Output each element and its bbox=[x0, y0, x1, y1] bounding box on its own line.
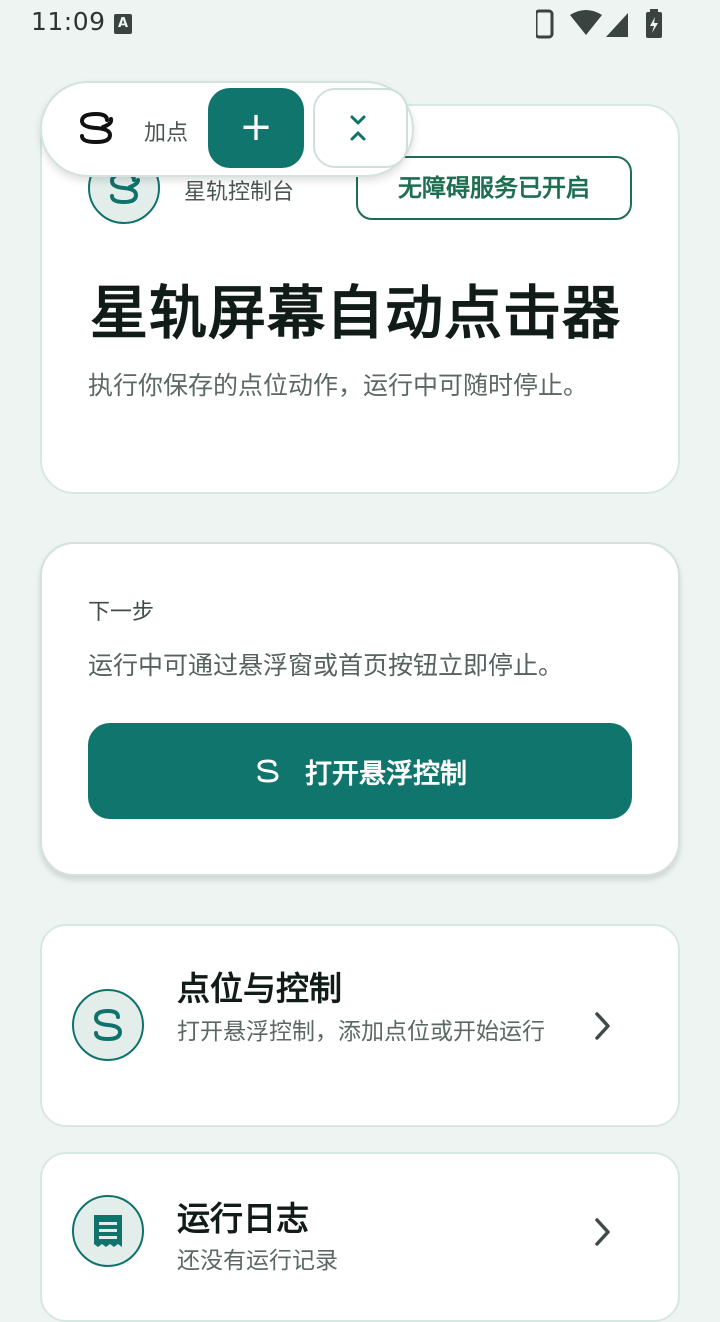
status-icons bbox=[536, 9, 662, 39]
wifi-icon bbox=[570, 10, 602, 35]
open-float-control-label: 打开悬浮控制 bbox=[305, 758, 467, 790]
menu-item-title: 点位与控制 bbox=[177, 969, 342, 1008]
next-step-card bbox=[40, 542, 680, 876]
signal-icon bbox=[606, 13, 628, 37]
collapse-icon bbox=[350, 115, 366, 141]
collapse-button[interactable] bbox=[313, 88, 408, 168]
logo-icon bbox=[257, 759, 279, 783]
menu-item-subtitle: 打开悬浮控制，添加点位或开始运行 bbox=[177, 1019, 545, 1045]
next-step-description: 运行中可通过悬浮窗或首页按钮立即停止。 bbox=[88, 651, 564, 680]
page-description: 执行你保存的点位动作，运行中可随时停止。 bbox=[88, 371, 589, 400]
console-label: 星轨控制台 bbox=[184, 180, 295, 205]
receipt-icon bbox=[94, 1215, 122, 1247]
page-title: 星轨屏幕自动点击器 bbox=[90, 279, 622, 347]
add-point-button[interactable]: + bbox=[208, 88, 304, 168]
status-time: 11:09 bbox=[31, 7, 106, 36]
status-bar: 11:09 A bbox=[0, 0, 720, 48]
chevron-right-icon bbox=[595, 1218, 610, 1246]
logo-icon bbox=[93, 1008, 123, 1042]
notification-icon: A bbox=[114, 14, 132, 34]
menu-item-subtitle: 还没有运行记录 bbox=[177, 1248, 338, 1274]
add-point-label: 加点 bbox=[144, 121, 189, 146]
battery-icon bbox=[646, 9, 662, 38]
open-float-control-button[interactable]: 打开悬浮控制 bbox=[88, 723, 632, 819]
phone-icon bbox=[536, 9, 554, 39]
chevron-right-icon bbox=[595, 1012, 610, 1040]
next-step-label: 下一步 bbox=[88, 600, 155, 625]
menu-icon-circle bbox=[72, 1195, 144, 1267]
floating-logo-icon[interactable] bbox=[76, 110, 116, 146]
menu-icon-circle bbox=[72, 989, 144, 1061]
menu-item-title: 运行日志 bbox=[177, 1199, 309, 1238]
